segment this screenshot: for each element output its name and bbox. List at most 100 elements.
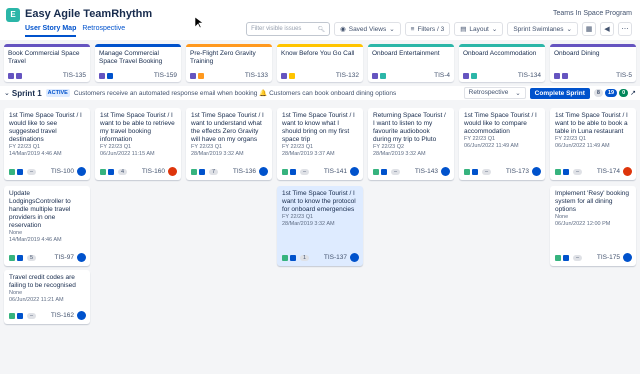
story-card[interactable]: 1st Time Space Tourist / I want to know …	[277, 186, 363, 266]
story-card[interactable]: 1st Time Space Tourist / I want to under…	[186, 108, 272, 180]
story-card[interactable]: 1st Time Space Tourist / I would like to…	[459, 108, 545, 180]
card-key[interactable]: TIS-136	[233, 168, 256, 175]
card-key[interactable]: TIS-175	[597, 254, 620, 261]
epic-color-icon	[380, 72, 386, 79]
card-footer: – TIS-141	[282, 167, 359, 176]
swimlanes-button[interactable]: Sprint Swimlanes ⌄	[507, 22, 578, 36]
card-key[interactable]: TIS-174	[597, 168, 620, 175]
story-type-icon	[9, 168, 15, 175]
story-card[interactable]: 1st Time Space Tourist / I would like to…	[4, 108, 90, 180]
epic-card[interactable]: Pre-Flight Zero Gravity Training TIS-133	[186, 44, 272, 82]
assignee-avatar[interactable]	[77, 311, 86, 320]
layout-button[interactable]: ▤ Layout ⌄	[454, 22, 504, 36]
assignee-avatar[interactable]	[259, 167, 268, 176]
board-settings-button[interactable]: ▦	[582, 22, 596, 36]
story-type-icon	[9, 254, 15, 261]
story-card[interactable]: Travel credit codes are failing to be re…	[4, 270, 90, 324]
epic-row: Book Commercial Space Travel TIS-135 Manag…	[4, 44, 638, 82]
epic-color-icon	[289, 72, 295, 79]
card-footer: – TIS-162	[9, 311, 86, 320]
sprint-name[interactable]: Sprint 1	[12, 89, 42, 98]
assignee-avatar[interactable]	[350, 167, 359, 176]
epic-footer: TIS-5	[554, 72, 632, 79]
epic-card[interactable]: Manage Commercial Space Travel Booking TI…	[95, 44, 181, 82]
story-card[interactable]: 1st Time Space Tourist / I want to be ab…	[550, 108, 636, 180]
retrospective-select[interactable]: Retrospective ⌄	[463, 87, 526, 99]
saved-views-button[interactable]: ◉ Saved Views ⌄	[334, 22, 401, 36]
announcements-button[interactable]: ◀	[600, 22, 614, 36]
card-right: TIS-97	[54, 253, 86, 262]
tab-retrospective[interactable]: Retrospective	[82, 25, 125, 37]
collapse-chevron-icon[interactable]: ⌄	[4, 89, 10, 97]
card-key[interactable]: TIS-173	[506, 168, 529, 175]
more-icon: ⋯	[621, 26, 629, 33]
card-key[interactable]: TIS-97	[54, 254, 74, 261]
assignee-avatar[interactable]	[350, 253, 359, 262]
story-card[interactable]: Implement 'Resy' booking system for all …	[550, 186, 636, 266]
story-card[interactable]: Returning Space Tourist / I want to list…	[368, 108, 454, 180]
priority-icon	[563, 168, 569, 175]
epic-icons	[372, 72, 386, 79]
card-footer: – TIS-175	[555, 253, 632, 262]
card-key[interactable]: TIS-141	[324, 168, 347, 175]
in-progress-count-badge: 19	[604, 89, 618, 97]
card-key[interactable]: TIS-137	[324, 254, 347, 261]
epic-type-icon	[190, 72, 196, 79]
story-card[interactable]: 1st Time Space Tourist / I want to be ab…	[95, 108, 181, 180]
assignee-avatar[interactable]	[623, 253, 632, 262]
card-title: Returning Space Tourist / I want to list…	[373, 112, 446, 143]
search-input[interactable]: Filter visible issues 🔍︎	[246, 22, 331, 36]
epic-card[interactable]: Onboard Dining TIS-5	[550, 44, 636, 82]
epic-card[interactable]: Onboard Entertainment TIS-4	[368, 44, 454, 82]
epic-key: TIS-132	[335, 72, 359, 79]
priority-icon	[290, 168, 296, 175]
card-key[interactable]: TIS-162	[51, 312, 74, 319]
epic-type-icon	[99, 72, 105, 79]
sprint-menu-icon[interactable]: ↗	[630, 89, 636, 97]
app-logo-icon: E	[6, 8, 20, 22]
story-points-badge: –	[27, 168, 37, 175]
epic-card[interactable]: Know Before You Go Call TIS-132	[277, 44, 363, 82]
assignee-avatar[interactable]	[441, 167, 450, 176]
story-card[interactable]: 1st Time Space Tourist / I want to know …	[277, 108, 363, 180]
card-date: 28/Mar/2019 3:32 AM	[282, 221, 335, 227]
priority-icon	[290, 254, 296, 261]
card-right: TIS-175	[597, 253, 632, 262]
card-key[interactable]: TIS-143	[415, 168, 438, 175]
filters-button[interactable]: ≡ Filters / 3	[404, 22, 451, 36]
card-icons: –	[464, 168, 492, 175]
card-date: 06/Jun/2022 12:00 PM	[555, 221, 611, 227]
card-fix-version: FY 22/23 Q1	[9, 144, 41, 150]
chevron-down-icon: ⌄	[389, 26, 395, 33]
more-button[interactable]: ⋯	[618, 22, 632, 36]
card-title: Implement 'Resy' booking system for all …	[555, 190, 630, 213]
project-name[interactable]: Teams In Space Program	[553, 10, 632, 17]
epic-card[interactable]: Book Commercial Space Travel TIS-135	[4, 44, 90, 82]
epic-card[interactable]: Onboard Accommodation TIS-134	[459, 44, 545, 82]
todo-count-badge: 8	[593, 89, 603, 97]
layout-label: Layout	[469, 25, 489, 33]
sprint-goal: Customers receive an automated response …	[73, 90, 397, 97]
tab-user-story-map[interactable]: User Story Map	[25, 25, 77, 37]
assignee-avatar[interactable]	[168, 167, 177, 176]
assignee-avatar[interactable]	[77, 253, 86, 262]
card-footer: 1 TIS-137	[282, 253, 359, 262]
story-points-badge: –	[573, 168, 583, 175]
epic-icons	[99, 72, 113, 79]
epic-footer: TIS-4	[372, 72, 450, 79]
card-right: TIS-143	[415, 167, 450, 176]
assignee-avatar[interactable]	[77, 167, 86, 176]
epic-title: Onboard Dining	[554, 50, 600, 57]
priority-icon	[17, 254, 23, 261]
story-points-badge: –	[27, 312, 37, 319]
card-fix-version: None	[555, 214, 569, 220]
card-key[interactable]: TIS-100	[51, 168, 74, 175]
story-card[interactable]: Update LodgingsController to handle mult…	[4, 186, 90, 266]
story-points-badge: 5	[27, 254, 37, 261]
search-icon: 🔍︎	[317, 26, 326, 33]
assignee-avatar[interactable]	[623, 167, 632, 176]
story-type-icon	[464, 168, 470, 175]
card-key[interactable]: TIS-160	[142, 168, 165, 175]
assignee-avatar[interactable]	[532, 167, 541, 176]
complete-sprint-button[interactable]: Complete Sprint	[529, 87, 590, 99]
